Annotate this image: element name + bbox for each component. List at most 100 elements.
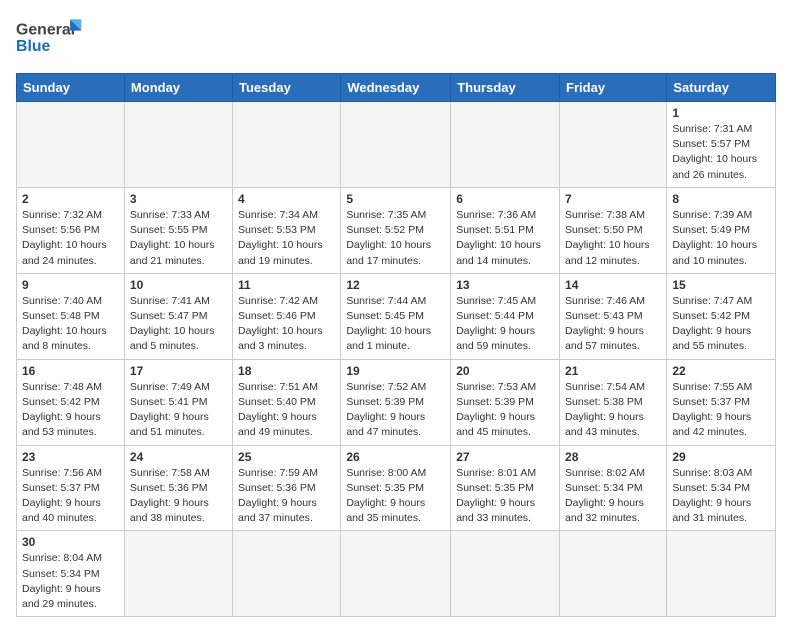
- day-info: Sunrise: 7:38 AM Sunset: 5:50 PM Dayligh…: [565, 208, 661, 269]
- day-info: Sunrise: 7:56 AM Sunset: 5:37 PM Dayligh…: [22, 466, 119, 527]
- day-info: Sunrise: 7:48 AM Sunset: 5:42 PM Dayligh…: [22, 380, 119, 441]
- calendar-cell: 19 Sunrise: 7:52 AM Sunset: 5:39 PM Dayli…: [341, 359, 451, 445]
- day-header-tuesday: Tuesday: [233, 74, 341, 102]
- calendar-table: SundayMondayTuesdayWednesdayThursdayFrid…: [16, 73, 776, 617]
- calendar-cell: 9Sunrise: 7:40 AM Sunset: 5:48 PM Daylig…: [17, 273, 125, 359]
- day-number: 8: [672, 192, 770, 206]
- day-info: Sunrise: 7:45 AM Sunset: 5:44 PM Dayligh…: [456, 294, 554, 355]
- day-header-thursday: Thursday: [451, 74, 560, 102]
- day-number: 10: [130, 278, 227, 292]
- svg-text:Blue: Blue: [16, 38, 51, 55]
- calendar-cell: [124, 531, 232, 617]
- calendar-cell: 18 Sunrise: 7:51 AM Sunset: 5:40 PM Dayli…: [233, 359, 341, 445]
- calendar-week-5: 23 Sunrise: 7:56 AM Sunset: 5:37 PM Dayli…: [17, 445, 776, 531]
- page-header: General Blue: [16, 16, 776, 61]
- calendar-cell: 30 Sunrise: 8:04 AM Sunset: 5:34 PM Dayli…: [17, 531, 125, 617]
- day-header-sunday: Sunday: [17, 74, 125, 102]
- day-number: 18: [238, 364, 335, 378]
- day-number: 13: [456, 278, 554, 292]
- day-info: Sunrise: 7:35 AM Sunset: 5:52 PM Dayligh…: [346, 208, 445, 269]
- day-number: 30: [22, 535, 119, 549]
- day-number: 20: [456, 364, 554, 378]
- calendar-cell: 16Sunrise: 7:48 AM Sunset: 5:42 PM Dayli…: [17, 359, 125, 445]
- calendar-cell: 6 Sunrise: 7:36 AM Sunset: 5:51 PM Daylig…: [451, 187, 560, 273]
- day-info: Sunrise: 7:44 AM Sunset: 5:45 PM Dayligh…: [346, 294, 445, 355]
- calendar-cell: 21 Sunrise: 7:54 AM Sunset: 5:38 PM Dayli…: [560, 359, 667, 445]
- day-info: Sunrise: 8:04 AM Sunset: 5:34 PM Dayligh…: [22, 551, 119, 612]
- day-info: Sunrise: 8:00 AM Sunset: 5:35 PM Dayligh…: [346, 466, 445, 527]
- day-number: 7: [565, 192, 661, 206]
- calendar-cell: 8 Sunrise: 7:39 AM Sunset: 5:49 PM Daylig…: [667, 187, 776, 273]
- day-info: Sunrise: 8:01 AM Sunset: 5:35 PM Dayligh…: [456, 466, 554, 527]
- calendar-cell: 27 Sunrise: 8:01 AM Sunset: 5:35 PM Dayli…: [451, 445, 560, 531]
- calendar-cell: 1Sunrise: 7:31 AM Sunset: 5:57 PM Daylig…: [667, 102, 776, 188]
- calendar-cell: 3Sunrise: 7:33 AM Sunset: 5:55 PM Daylig…: [124, 187, 232, 273]
- svg-text:General: General: [16, 21, 75, 38]
- calendar-cell: [667, 531, 776, 617]
- day-number: 2: [22, 192, 119, 206]
- calendar-cell: [341, 102, 451, 188]
- calendar-week-3: 9Sunrise: 7:40 AM Sunset: 5:48 PM Daylig…: [17, 273, 776, 359]
- calendar-cell: 13 Sunrise: 7:45 AM Sunset: 5:44 PM Dayli…: [451, 273, 560, 359]
- day-number: 23: [22, 450, 119, 464]
- day-number: 22: [672, 364, 770, 378]
- calendar-cell: [233, 102, 341, 188]
- logo: General Blue: [16, 16, 86, 61]
- calendar-cell: 26 Sunrise: 8:00 AM Sunset: 5:35 PM Dayli…: [341, 445, 451, 531]
- calendar-cell: 11 Sunrise: 7:42 AM Sunset: 5:46 PM Dayli…: [233, 273, 341, 359]
- day-info: Sunrise: 7:42 AM Sunset: 5:46 PM Dayligh…: [238, 294, 335, 355]
- day-number: 26: [346, 450, 445, 464]
- calendar-cell: [341, 531, 451, 617]
- calendar-cell: 14 Sunrise: 7:46 AM Sunset: 5:43 PM Dayli…: [560, 273, 667, 359]
- calendar-cell: 10Sunrise: 7:41 AM Sunset: 5:47 PM Dayli…: [124, 273, 232, 359]
- day-number: 14: [565, 278, 661, 292]
- day-info: Sunrise: 7:54 AM Sunset: 5:38 PM Dayligh…: [565, 380, 661, 441]
- day-info: Sunrise: 7:52 AM Sunset: 5:39 PM Dayligh…: [346, 380, 445, 441]
- day-header-monday: Monday: [124, 74, 232, 102]
- calendar-cell: 7 Sunrise: 7:38 AM Sunset: 5:50 PM Daylig…: [560, 187, 667, 273]
- calendar-cell: [233, 531, 341, 617]
- day-info: Sunrise: 7:58 AM Sunset: 5:36 PM Dayligh…: [130, 466, 227, 527]
- day-number: 12: [346, 278, 445, 292]
- day-number: 27: [456, 450, 554, 464]
- day-number: 6: [456, 192, 554, 206]
- day-info: Sunrise: 7:34 AM Sunset: 5:53 PM Dayligh…: [238, 208, 335, 269]
- day-info: Sunrise: 7:55 AM Sunset: 5:37 PM Dayligh…: [672, 380, 770, 441]
- day-number: 15: [672, 278, 770, 292]
- day-number: 28: [565, 450, 661, 464]
- day-number: 5: [346, 192, 445, 206]
- day-info: Sunrise: 7:39 AM Sunset: 5:49 PM Dayligh…: [672, 208, 770, 269]
- calendar-cell: 29Sunrise: 8:03 AM Sunset: 5:34 PM Dayli…: [667, 445, 776, 531]
- day-number: 21: [565, 364, 661, 378]
- calendar-header-row: SundayMondayTuesdayWednesdayThursdayFrid…: [17, 74, 776, 102]
- day-number: 4: [238, 192, 335, 206]
- calendar-week-2: 2 Sunrise: 7:32 AM Sunset: 5:56 PM Daylig…: [17, 187, 776, 273]
- calendar-cell: 12 Sunrise: 7:44 AM Sunset: 5:45 PM Dayli…: [341, 273, 451, 359]
- day-number: 9: [22, 278, 119, 292]
- day-info: Sunrise: 7:36 AM Sunset: 5:51 PM Dayligh…: [456, 208, 554, 269]
- calendar-cell: 15 Sunrise: 7:47 AM Sunset: 5:42 PM Dayli…: [667, 273, 776, 359]
- calendar-cell: 5 Sunrise: 7:35 AM Sunset: 5:52 PM Daylig…: [341, 187, 451, 273]
- day-info: Sunrise: 7:46 AM Sunset: 5:43 PM Dayligh…: [565, 294, 661, 355]
- calendar-cell: [124, 102, 232, 188]
- day-info: Sunrise: 8:02 AM Sunset: 5:34 PM Dayligh…: [565, 466, 661, 527]
- calendar-cell: 24Sunrise: 7:58 AM Sunset: 5:36 PM Dayli…: [124, 445, 232, 531]
- day-info: Sunrise: 7:33 AM Sunset: 5:55 PM Dayligh…: [130, 208, 227, 269]
- calendar-cell: 22 Sunrise: 7:55 AM Sunset: 5:37 PM Dayli…: [667, 359, 776, 445]
- day-info: Sunrise: 7:53 AM Sunset: 5:39 PM Dayligh…: [456, 380, 554, 441]
- day-header-friday: Friday: [560, 74, 667, 102]
- day-info: Sunrise: 7:51 AM Sunset: 5:40 PM Dayligh…: [238, 380, 335, 441]
- day-info: Sunrise: 7:49 AM Sunset: 5:41 PM Dayligh…: [130, 380, 227, 441]
- day-number: 11: [238, 278, 335, 292]
- day-number: 19: [346, 364, 445, 378]
- day-info: Sunrise: 7:47 AM Sunset: 5:42 PM Dayligh…: [672, 294, 770, 355]
- calendar-cell: 2 Sunrise: 7:32 AM Sunset: 5:56 PM Daylig…: [17, 187, 125, 273]
- calendar-cell: [560, 102, 667, 188]
- day-number: 1: [672, 106, 770, 120]
- calendar-cell: 17Sunrise: 7:49 AM Sunset: 5:41 PM Dayli…: [124, 359, 232, 445]
- day-header-saturday: Saturday: [667, 74, 776, 102]
- calendar-cell: 23 Sunrise: 7:56 AM Sunset: 5:37 PM Dayli…: [17, 445, 125, 531]
- day-info: Sunrise: 7:32 AM Sunset: 5:56 PM Dayligh…: [22, 208, 119, 269]
- calendar-cell: 25Sunrise: 7:59 AM Sunset: 5:36 PM Dayli…: [233, 445, 341, 531]
- day-info: Sunrise: 8:03 AM Sunset: 5:34 PM Dayligh…: [672, 466, 770, 527]
